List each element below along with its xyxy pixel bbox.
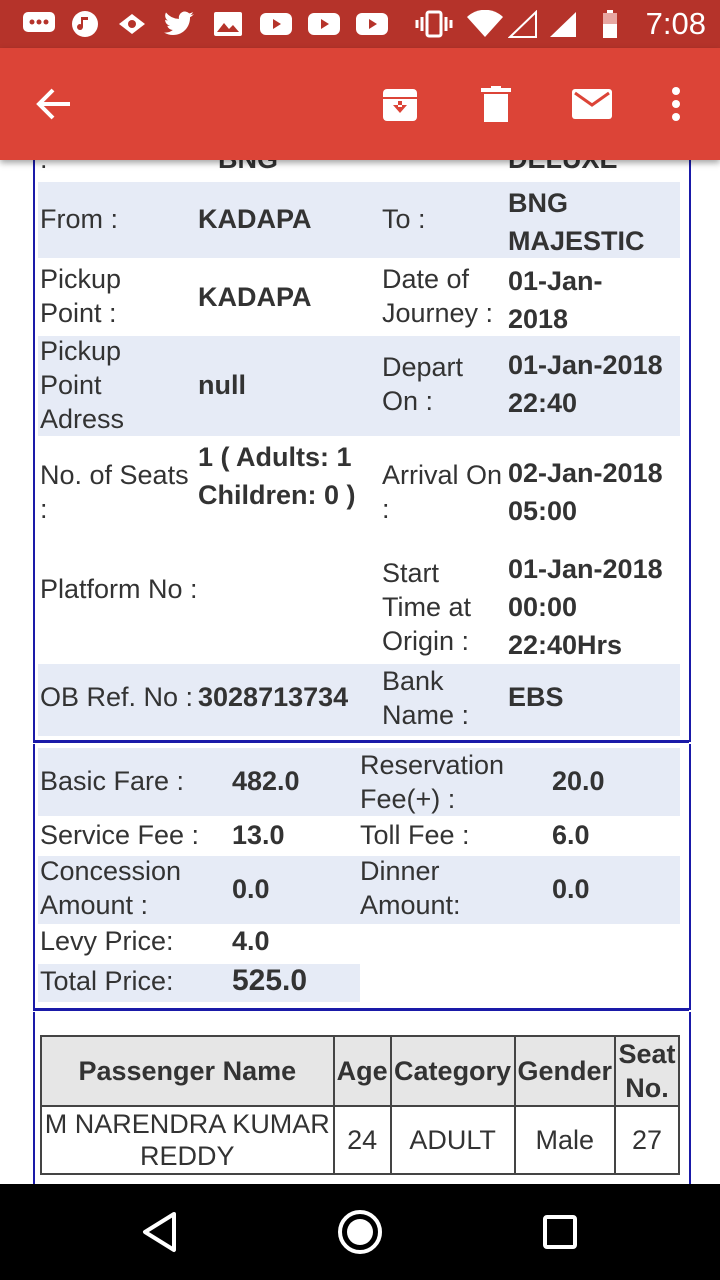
youtube-icon <box>354 10 390 38</box>
email-body: : BNG DELUXE From : KADAPA To : BNG MAJE… <box>0 160 720 1184</box>
platform-label: Platform No : <box>40 574 198 604</box>
start-time-label: Start Time at Origin : <box>382 558 472 656</box>
divider <box>33 1008 689 1011</box>
seat-cell: 27 <box>614 1105 680 1175</box>
reservation-fee-value: 20.0 <box>552 766 605 796</box>
cut-value: BNG <box>218 160 278 176</box>
depart-value: 01-Jan-2018 22:40 <box>508 350 663 418</box>
table-row: M NARENDRA KUMAR REDDY 24 ADULT Male 27 <box>40 1105 680 1175</box>
service-fee-value: 13.0 <box>232 820 285 850</box>
chat-icon <box>22 10 56 38</box>
total-price-value: 525.0 <box>232 964 308 997</box>
column-header: Passenger Name <box>40 1035 335 1107</box>
to-value: BNG MAJESTIC <box>508 188 645 256</box>
passenger-name-cell: M NARENDRA KUMAR REDDY <box>40 1105 335 1175</box>
toll-fee-label: Toll Fee : <box>360 820 470 850</box>
pickup-address-value: null <box>198 370 246 400</box>
table-header-row: Passenger Name Age Category Gender Seat … <box>40 1035 680 1107</box>
concession-value: 0.0 <box>232 874 270 904</box>
passenger-table: Passenger Name Age Category Gender Seat … <box>40 1035 680 1175</box>
recents-square-icon[interactable] <box>536 1208 584 1256</box>
column-header: Seat No. <box>614 1035 680 1107</box>
reservation-fee-label: Reservation Fee(+) : <box>360 750 505 814</box>
ob-ref-value: 3028713734 <box>198 682 349 712</box>
pickup-label: Pickup Point : <box>40 264 122 328</box>
doj-value: 01-Jan-2018 <box>508 266 603 334</box>
column-header: Category <box>389 1035 516 1107</box>
status-bar: 7:08 <box>0 0 720 48</box>
from-label: From : <box>40 204 118 234</box>
back-triangle-icon[interactable] <box>136 1208 184 1256</box>
to-label: To : <box>382 204 426 234</box>
battery-icon <box>600 10 620 38</box>
back-arrow-icon[interactable] <box>26 76 82 132</box>
column-header: Gender <box>513 1035 617 1107</box>
toll-fee-value: 6.0 <box>552 820 590 850</box>
ob-ref-label: OB Ref. No : <box>40 682 194 712</box>
twitter-icon <box>162 10 196 38</box>
arrival-value: 02-Jan-2018 05:00 <box>508 458 663 526</box>
basic-fare-value: 482.0 <box>232 766 300 796</box>
dinner-value: 0.0 <box>552 874 590 904</box>
dinner-label: Dinner Amount: <box>360 856 461 920</box>
divider <box>33 740 689 743</box>
basic-fare-label: Basic Fare : <box>40 766 185 796</box>
pickup-address-label: Pickup Point Adress <box>40 336 125 434</box>
levy-price-label: Levy Price: <box>40 926 174 956</box>
delete-icon[interactable] <box>468 76 524 132</box>
arrival-label: Arrival On : <box>382 460 503 524</box>
mail-icon[interactable] <box>564 76 620 132</box>
service-fee-label: Service Fee : <box>40 820 200 850</box>
app-bar <box>0 48 720 160</box>
age-cell: 24 <box>332 1105 392 1175</box>
seats-value: 1 ( Adults: 1 Children: 0 ) <box>198 442 356 510</box>
more-icon[interactable] <box>648 76 704 132</box>
doj-label: Date of Journey : <box>382 264 494 328</box>
start-time-value: 01-Jan-2018 00:00 22:40Hrs <box>508 554 663 660</box>
archive-icon[interactable] <box>372 76 428 132</box>
wifi-icon <box>466 10 504 38</box>
bank-value: EBS <box>508 682 564 712</box>
depart-label: Depart On : <box>382 352 464 416</box>
signal-icon <box>548 10 578 38</box>
signal-icon <box>508 10 538 38</box>
total-price-label: Total Price: <box>40 966 174 996</box>
clock: 7:08 <box>645 6 706 41</box>
gender-cell: Male <box>513 1105 617 1175</box>
vibrate-icon <box>414 10 454 38</box>
pickup-value: KADAPA <box>198 282 312 312</box>
category-cell: ADULT <box>389 1105 516 1175</box>
home-circle-icon[interactable] <box>336 1208 384 1256</box>
concession-label: Concession Amount : <box>40 856 182 920</box>
seats-label: No. of Seats : <box>40 460 189 524</box>
youtube-icon <box>306 10 342 38</box>
music-icon <box>70 10 100 38</box>
bank-label: Bank Name : <box>382 666 470 730</box>
cut-label: : <box>40 160 48 176</box>
navigation-bar <box>0 1184 720 1280</box>
from-value: KADAPA <box>198 204 312 234</box>
levy-price-value: 4.0 <box>232 926 270 956</box>
cloud-icon <box>116 10 148 38</box>
cut-value-right: DELUXE <box>508 160 618 176</box>
youtube-icon <box>258 10 294 38</box>
photo-icon <box>212 10 244 38</box>
column-header: Age <box>332 1035 392 1107</box>
